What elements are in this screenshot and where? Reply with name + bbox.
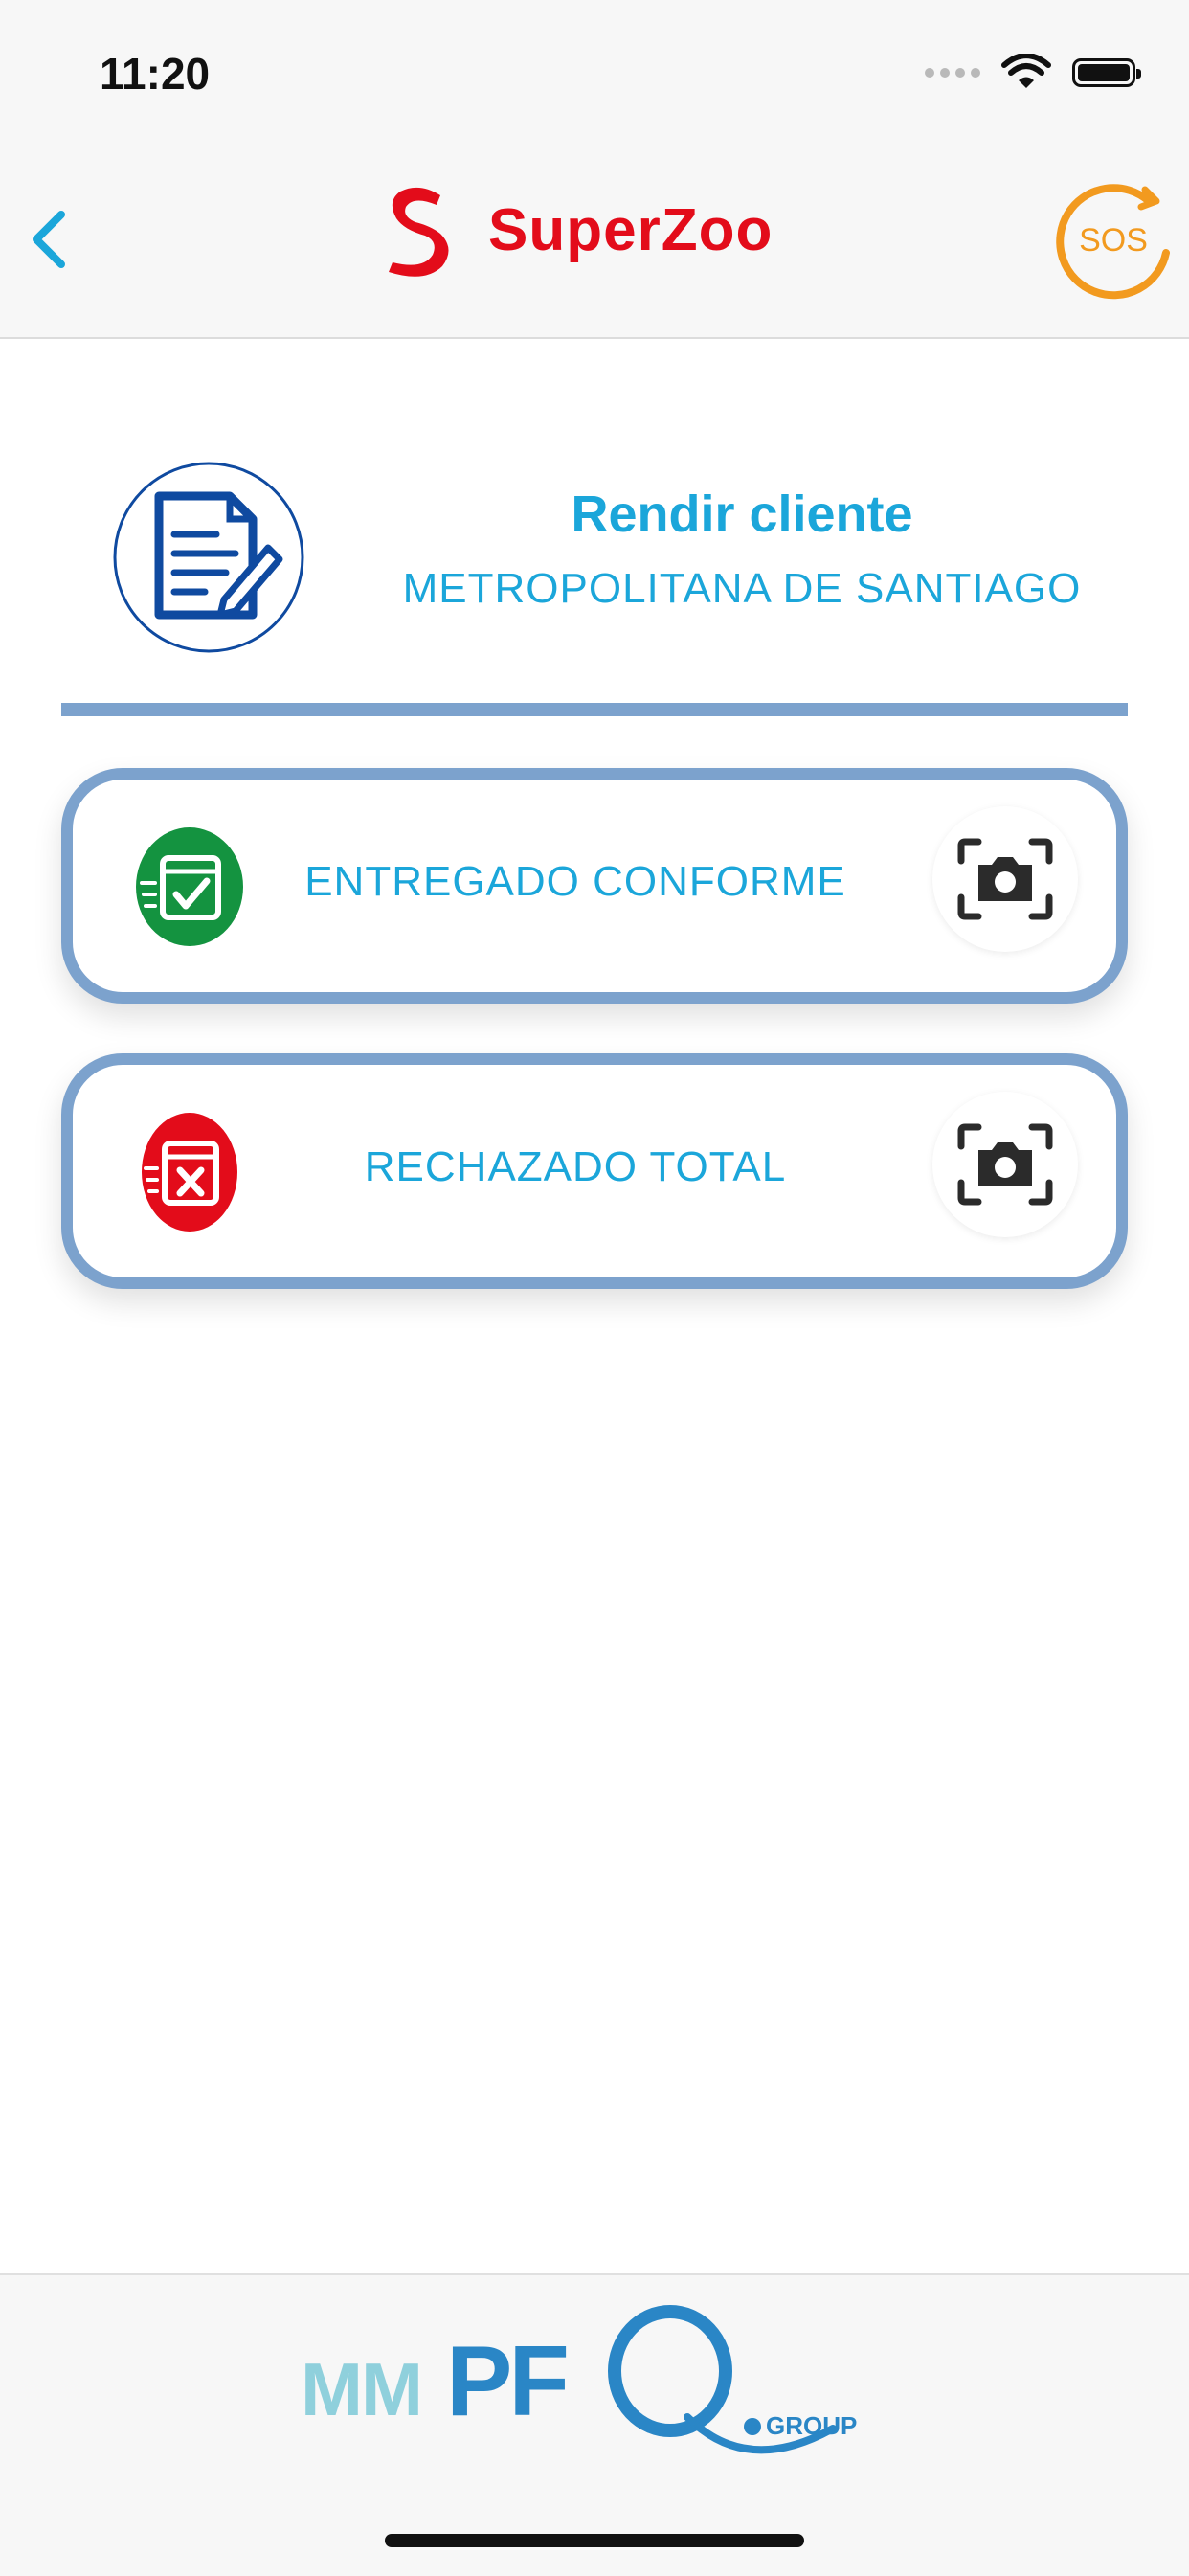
home-indicator <box>385 2534 804 2547</box>
status-icons <box>925 54 1141 92</box>
option-rejected-total[interactable]: RECHAZADO TOTAL <box>61 1053 1128 1289</box>
delivery-rejected-icon <box>142 1113 237 1232</box>
option-delivered-ok[interactable]: ENTREGADO CONFORME <box>61 768 1128 1004</box>
camera-button[interactable] <box>932 806 1078 952</box>
top-bar: 11:20 SuperZoo SOS <box>0 0 1189 339</box>
brand-logo: SuperZoo <box>383 182 773 278</box>
delivery-ok-icon <box>136 827 243 946</box>
status-time: 11:20 <box>100 49 211 99</box>
back-chevron-icon[interactable] <box>19 201 77 278</box>
sos-label: SOS <box>1079 222 1148 259</box>
camera-icon <box>957 838 1053 920</box>
wifi-icon <box>1001 54 1051 88</box>
svg-text:PF: PF <box>446 2326 566 2437</box>
divider <box>61 703 1128 716</box>
page-title: Rendir cliente <box>571 486 913 543</box>
battery-icon <box>1072 58 1141 87</box>
footer: MM PF GROUP <box>0 2273 1189 2576</box>
option-label: RECHAZADO TOTAL <box>364 1143 787 1190</box>
camera-icon <box>957 1123 1053 1206</box>
brand-name: SuperZoo <box>488 196 774 263</box>
option-label: ENTREGADO CONFORME <box>304 858 846 905</box>
cellular-signal-icon <box>925 68 980 78</box>
footer-logo-suffix: GROUP <box>766 2411 857 2440</box>
mmpfq-group-logo: MM PF GROUP <box>301 2305 857 2454</box>
svg-text:MM: MM <box>301 2347 421 2431</box>
camera-button[interactable] <box>932 1092 1078 1237</box>
superzoo-s-icon <box>389 187 449 277</box>
client-region: METROPOLITANA DE SANTIAGO <box>402 565 1082 612</box>
sos-button[interactable]: SOS <box>1053 178 1178 303</box>
